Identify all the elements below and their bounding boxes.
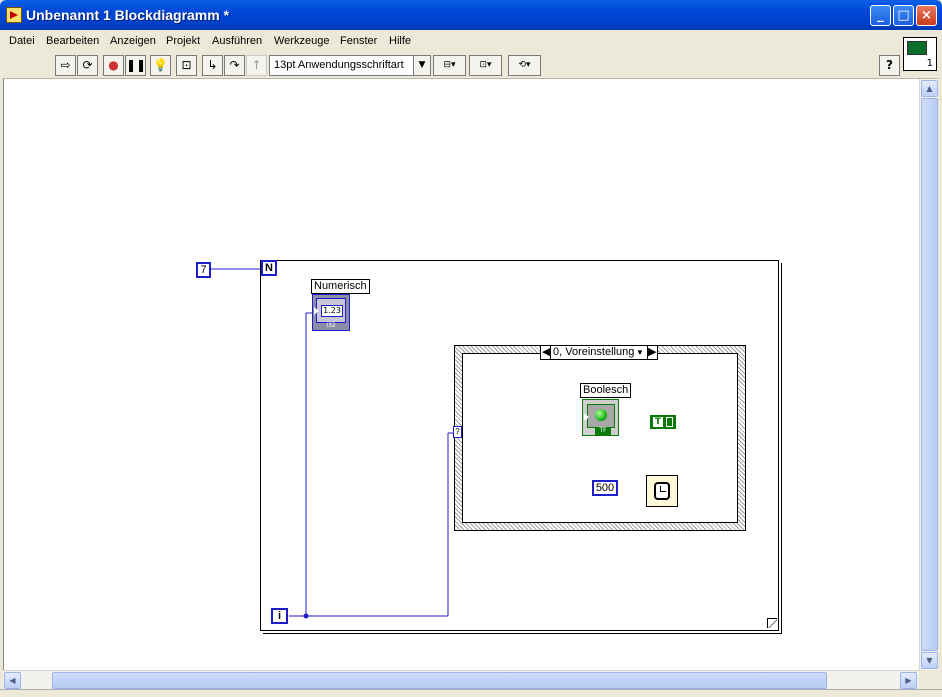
vi-connector-icon[interactable]: 1 (903, 37, 937, 71)
retain-wire-values-icon[interactable]: ⊡ (176, 55, 197, 76)
vi-icon-screen (907, 41, 927, 55)
true-constant[interactable]: T (650, 415, 676, 429)
for-loop-resize-handle[interactable] (767, 618, 777, 628)
step-out-icon[interactable]: ↑ (246, 55, 267, 76)
pause-icon[interactable]: ❚❚ (125, 55, 146, 76)
reorder-icon[interactable]: ⟲▾ (508, 55, 541, 76)
align-objects-icon[interactable]: ⊟▾ (433, 55, 466, 76)
numeric-indicator[interactable]: 1.23 I32 (312, 294, 350, 331)
menu-werkzeuge[interactable]: Werkzeuge (274, 35, 329, 47)
vi-icon-number: 1 (926, 58, 933, 69)
menu-datei[interactable]: Datei (9, 35, 35, 47)
scroll-down-icon[interactable]: ▼ (921, 652, 938, 669)
menu-hilfe[interactable]: Hilfe (389, 35, 411, 47)
watch-icon (654, 482, 670, 500)
labview-app-icon (6, 7, 22, 23)
size-grip[interactable] (919, 670, 938, 689)
case-selector-label[interactable]: ◀ 0, Voreinstellung ▼ ▶ (540, 345, 658, 360)
distribute-objects-icon[interactable]: ⊡▾ (469, 55, 502, 76)
close-button[interactable]: × (916, 5, 937, 26)
wait-function[interactable] (646, 475, 678, 507)
input-arrow-icon (584, 413, 589, 421)
block-diagram-canvas[interactable]: 7 N i Numerisch 1.23 I32 ◀ 0, Voreinstel… (3, 79, 919, 670)
horizontal-scrollbar[interactable]: ◀ ▶ (3, 670, 919, 689)
scroll-left-icon[interactable]: ◀ (4, 672, 21, 689)
highlight-execution-icon[interactable]: 💡 (150, 55, 171, 76)
numeric-label[interactable]: Numerisch (311, 279, 370, 294)
case-selector-terminal[interactable]: ? (453, 426, 462, 438)
status-bar (0, 689, 942, 697)
scroll-right-icon[interactable]: ▶ (900, 672, 917, 689)
chevron-down-icon[interactable]: ▼ (413, 55, 431, 76)
count-terminal[interactable]: N (261, 260, 277, 276)
menu-ausfuehren[interactable]: Ausführen (212, 35, 262, 47)
case-structure[interactable] (454, 345, 746, 531)
toggle-icon (666, 417, 673, 427)
iteration-terminal[interactable]: i (271, 608, 288, 624)
title-bar[interactable]: Unbenannt 1 Blockdiagramm * _ □ × (0, 0, 942, 30)
maximize-button[interactable]: □ (893, 5, 914, 26)
window-title: Unbenannt 1 Blockdiagramm * (26, 7, 230, 23)
step-into-icon[interactable]: ↳ (202, 55, 223, 76)
count-constant[interactable]: 7 (196, 262, 211, 278)
menu-projekt[interactable]: Projekt (166, 35, 200, 47)
numeric-type: I32 (326, 322, 336, 329)
help-icon[interactable]: ? (879, 55, 900, 76)
led-icon (595, 409, 607, 421)
labview-window: Unbenannt 1 Blockdiagramm * _ □ × Datei … (0, 0, 942, 697)
scroll-up-icon[interactable]: ▲ (921, 80, 938, 97)
wait-constant[interactable]: 500 (592, 480, 618, 496)
vertical-scrollbar[interactable]: ▲ ▼ (919, 79, 938, 670)
boolean-indicator[interactable]: TF (582, 399, 619, 436)
abort-icon[interactable]: ● (103, 55, 124, 76)
boolean-label[interactable]: Boolesch (580, 383, 632, 398)
vertical-scroll-thumb[interactable] (921, 98, 938, 651)
run-continuously-icon[interactable]: ⟳ (77, 55, 98, 76)
step-over-icon[interactable]: ↷ (224, 55, 245, 76)
toolbar: ⇨ ⟳ ● ❚❚ 💡 ⊡ ↳ ↷ ↑ 13pt Anwendungsschrif… (3, 52, 939, 79)
boolean-type: TF (595, 427, 611, 435)
menu-bar: Datei Bearbeiten Anzeigen Projekt Ausfüh… (3, 30, 939, 52)
menu-fenster[interactable]: Fenster (340, 35, 377, 47)
font-selector[interactable]: 13pt Anwendungsschriftart (269, 55, 431, 76)
numeric-display: 1.23 (321, 305, 343, 317)
increment-arrow-icon[interactable]: ▶ (647, 346, 656, 359)
chevron-down-icon[interactable]: ▼ (636, 346, 644, 359)
decrement-arrow-icon[interactable]: ◀ (542, 346, 551, 359)
menu-bearbeiten[interactable]: Bearbeiten (46, 35, 99, 47)
input-arrow-icon (314, 307, 319, 315)
horizontal-scroll-thumb[interactable] (52, 672, 827, 689)
menu-anzeigen[interactable]: Anzeigen (110, 35, 156, 47)
run-icon[interactable]: ⇨ (55, 55, 76, 76)
minimize-button[interactable]: _ (870, 5, 891, 26)
